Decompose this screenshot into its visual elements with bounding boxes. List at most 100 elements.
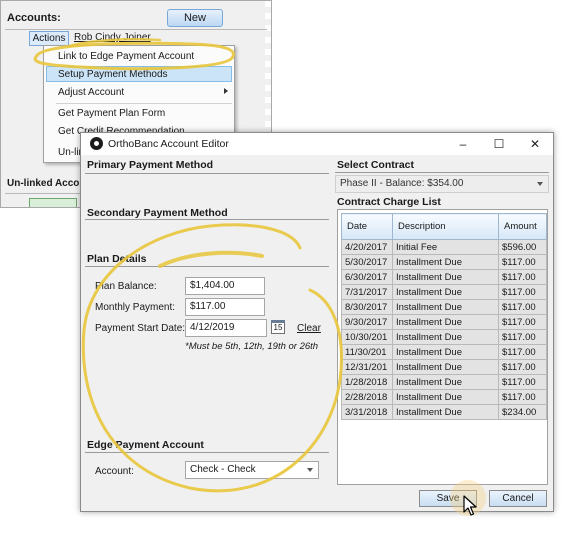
minimize-button[interactable]: – [445, 133, 481, 155]
cell-amount: $117.00 [498, 344, 547, 360]
table-row[interactable]: 8/30/2017 Installment Due $117.00 [341, 299, 547, 315]
table-row[interactable]: 6/30/2017 Installment Due $117.00 [341, 269, 547, 285]
divider [85, 219, 329, 220]
account-editor-dialog: OrthoBanc Account Editor – ☐ ✕ Primary P… [80, 132, 554, 512]
divider [85, 266, 329, 267]
primary-payment-header: Primary Payment Method [87, 159, 214, 171]
menu-item-payment-plan-form[interactable]: Get Payment Plan Form [58, 108, 165, 119]
column-header-amount[interactable]: Amount [498, 213, 547, 240]
cell-description: Installment Due [392, 254, 499, 270]
cell-date: 5/30/2017 [341, 254, 393, 270]
menu-separator [56, 103, 232, 104]
cell-amount: $596.00 [498, 239, 547, 255]
monthly-payment-label: Monthly Payment: [95, 302, 176, 313]
actions-button[interactable]: Actions [29, 31, 69, 46]
payment-date-hint: *Must be 5th, 12th, 19th or 26th [185, 341, 319, 352]
accounts-label: Accounts: [7, 12, 61, 24]
divider [5, 29, 267, 30]
column-header-description[interactable]: Description [392, 213, 499, 240]
cell-date: 6/30/2017 [341, 269, 393, 285]
charge-table: Date Description Amount 4/20/2017 Initial… [341, 213, 547, 420]
cell-amount: $117.00 [498, 329, 547, 345]
menu-item-setup-payment[interactable]: Setup Payment Methods [58, 69, 168, 80]
edge-payment-account-header: Edge Payment Account [87, 439, 204, 451]
cell-description: Installment Due [392, 314, 499, 330]
contract-charge-list-header: Contract Charge List [337, 196, 441, 208]
cell-amount: $117.00 [498, 374, 547, 390]
table-row[interactable]: 4/20/2017 Initial Fee $596.00 [341, 239, 547, 255]
close-button[interactable]: ✕ [517, 133, 553, 155]
cell-amount: $117.00 [498, 314, 547, 330]
clear-date-link[interactable]: Clear [297, 323, 321, 334]
cell-amount: $117.00 [498, 284, 547, 300]
cell-date: 9/30/2017 [341, 314, 393, 330]
cell-description: Initial Fee [392, 239, 499, 255]
plan-details-header: Plan Details [87, 253, 147, 265]
chevron-down-icon [537, 182, 543, 186]
table-row[interactable]: 7/31/2017 Installment Due $117.00 [341, 284, 547, 300]
monthly-payment-field[interactable]: $117.00 [185, 298, 265, 316]
cell-description: Installment Due [392, 374, 499, 390]
mouse-pointer-icon [463, 495, 477, 516]
cell-amount: $234.00 [498, 404, 547, 420]
cell-description: Installment Due [392, 299, 499, 315]
cell-date: 2/28/2018 [341, 389, 393, 405]
payment-start-date-field[interactable]: 4/12/2019 [185, 319, 267, 337]
cell-date: 1/28/2018 [341, 374, 393, 390]
table-row[interactable]: 3/31/2018 Installment Due $234.00 [341, 404, 547, 420]
table-row[interactable]: 10/30/201 Installment Due $117.00 [341, 329, 547, 345]
charge-list-grid: Date Description Amount 4/20/2017 Initial… [337, 209, 548, 485]
cell-amount: $117.00 [498, 254, 547, 270]
dialog-title: OrthoBanc Account Editor [108, 138, 229, 150]
account-label: Account: [95, 466, 134, 477]
table-row[interactable]: 1/28/2018 Installment Due $117.00 [341, 374, 547, 390]
orthobanc-logo-icon [90, 137, 103, 150]
table-row[interactable]: 9/30/2017 Installment Due $117.00 [341, 314, 547, 330]
cell-description: Installment Due [392, 329, 499, 345]
edge-account-select[interactable]: Check - Check [185, 461, 319, 479]
cell-description: Installment Due [392, 404, 499, 420]
cell-date: 8/30/2017 [341, 299, 393, 315]
divider [85, 452, 329, 453]
cell-date: 3/31/2018 [341, 404, 393, 420]
edge-account-value: Check - Check [190, 464, 256, 475]
cell-date: 11/30/201 [341, 344, 393, 360]
contract-select-value: Phase II - Balance: $354.00 [340, 178, 464, 189]
title-bar: OrthoBanc Account Editor – ☐ ✕ [81, 133, 553, 155]
cell-description: Installment Due [392, 284, 499, 300]
table-row[interactable]: 12/31/201 Installment Due $117.00 [341, 359, 547, 375]
cell-description: Installment Due [392, 269, 499, 285]
calendar-icon[interactable]: 15 [271, 320, 285, 334]
column-header-date[interactable]: Date [341, 213, 393, 240]
table-row[interactable]: 11/30/201 Installment Due $117.00 [341, 344, 547, 360]
cell-date: 12/31/201 [341, 359, 393, 375]
select-contract-header: Select Contract [337, 159, 415, 171]
cell-description: Installment Due [392, 359, 499, 375]
submenu-arrow-icon [224, 88, 228, 94]
cell-amount: $117.00 [498, 389, 547, 405]
divider [85, 173, 329, 174]
menu-item-link-edge[interactable]: Link to Edge Payment Account [58, 51, 194, 62]
plan-balance-label: Plan Balance: [95, 281, 157, 292]
new-account-button[interactable]: New [167, 9, 223, 27]
table-row[interactable]: 5/30/2017 Installment Due $117.00 [341, 254, 547, 270]
patient-names-link[interactable]: Rob Cindy Joiner [74, 32, 151, 43]
plan-balance-field[interactable]: $1,404.00 [185, 277, 265, 295]
payment-button[interactable] [29, 198, 77, 207]
cancel-button[interactable]: Cancel [489, 490, 547, 507]
cell-amount: $117.00 [498, 299, 547, 315]
cell-amount: $117.00 [498, 359, 547, 375]
cell-date: 7/31/2017 [341, 284, 393, 300]
contract-select[interactable]: Phase II - Balance: $354.00 [335, 175, 549, 193]
menu-item-adjust-account[interactable]: Adjust Account [58, 87, 124, 98]
secondary-payment-header: Secondary Payment Method [87, 207, 228, 219]
cell-amount: $117.00 [498, 269, 547, 285]
maximize-button[interactable]: ☐ [481, 133, 517, 155]
cell-description: Installment Due [392, 389, 499, 405]
table-row[interactable]: 2/28/2018 Installment Due $117.00 [341, 389, 547, 405]
cell-date: 4/20/2017 [341, 239, 393, 255]
payment-start-date-label: Payment Start Date: [95, 323, 186, 334]
chevron-down-icon [307, 468, 313, 472]
divider [335, 172, 549, 173]
cell-date: 10/30/201 [341, 329, 393, 345]
